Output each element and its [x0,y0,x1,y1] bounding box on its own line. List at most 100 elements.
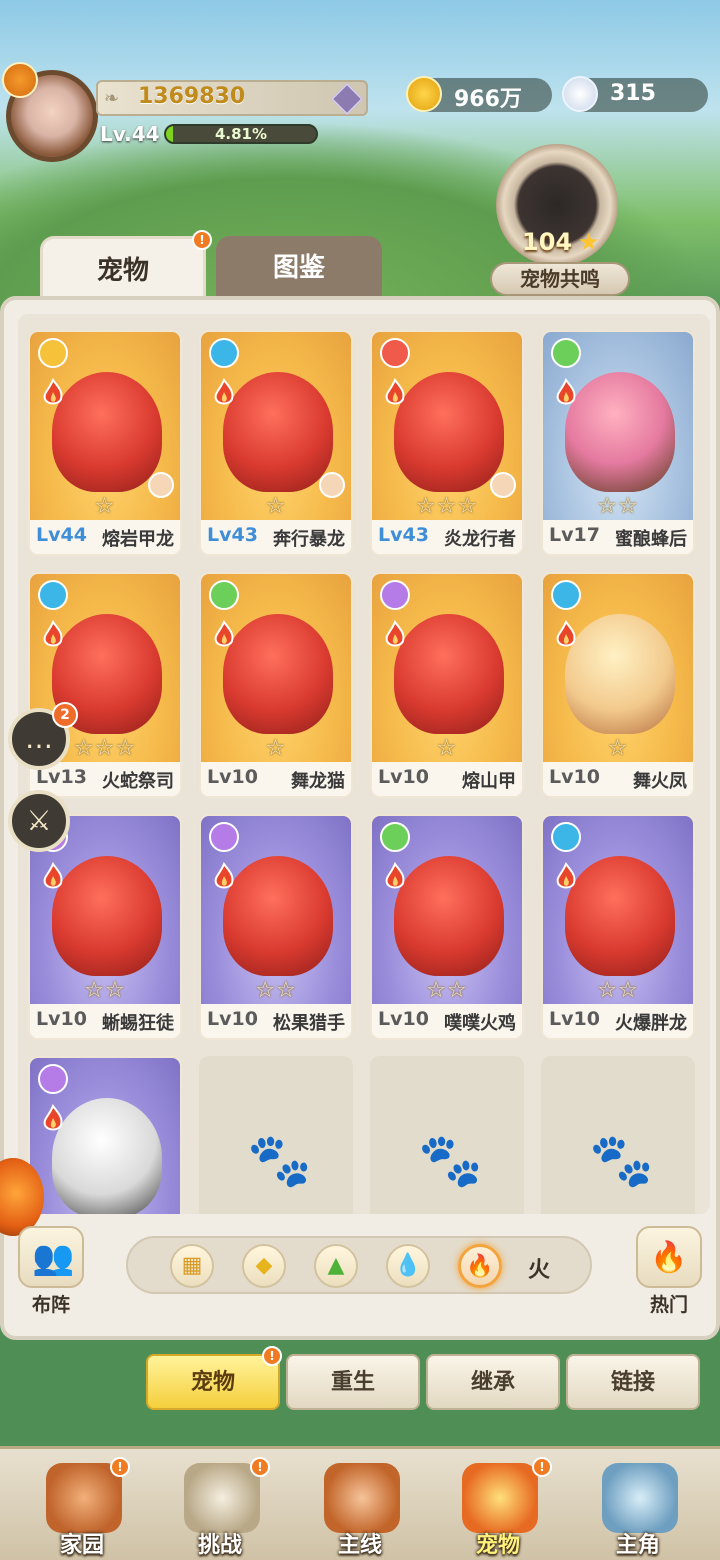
pet-name: 火蛇祭司 [102,771,174,792]
empty-pet-slot: 🐾 [370,1056,524,1214]
character-icon [602,1463,678,1533]
fire-element-icon [382,619,408,650]
pet-name: 松果猎手 [273,1013,345,1034]
nav-label: 宠物 [475,1533,520,1558]
subtab-link[interactable]: 链接 [566,1354,700,1410]
filter-earth-icon[interactable]: ◆ [242,1244,286,1288]
filter-area: 👥 布阵 ▦ ◆ ▲ 💧 🔥 火 🔥 热门 [0,1206,712,1316]
pet-card-footer: Lv43 炎龙行者 [372,520,522,554]
pet-badge-icon [2,62,38,98]
pet-card[interactable]: ☆ Lv10 舞龙猫 [199,572,353,798]
pet-card[interactable] [28,1056,182,1214]
nav-label: 主线 [337,1533,382,1558]
exp-percent: 4.81% [214,125,268,143]
key-type-icon [551,580,581,610]
pet-name: 噗噗火鸡 [444,1013,516,1034]
pet-grid: ☆ Lv44 熔岩甲龙 ☆ Lv43 奔行暴龙 ☆☆☆ Lv43 炎龙行者 ☆☆ Lv17 蜜酿蜂后 ☆… [18,314,710,1214]
pet-portrait [394,614,504,734]
profile-panel: ❧ 1369830 Lv.44 4.81% [96,80,368,146]
pet-level: Lv17 [549,524,600,546]
heart-type-icon [209,580,239,610]
pet-level: Lv43 [378,524,429,546]
key-type-icon [38,580,68,610]
tab-pets[interactable]: 宠物 [40,236,206,302]
power-icon: ❧ [104,88,120,109]
coin-counter[interactable]: 966万 [406,76,552,112]
paw-icon: 🐾 [247,1131,312,1191]
filter-water-icon[interactable]: 💧 [386,1244,430,1288]
pet-portrait [394,856,504,976]
empty-pet-slot: 🐾 [199,1056,353,1214]
pet-art: ☆ [201,574,351,762]
swirl-type-icon [38,1064,68,1094]
pet-stars: ☆ [607,736,629,761]
pet-card[interactable]: ☆☆ Lv17 蜜酿蜂后 [541,330,695,556]
pet-art: ☆ [201,332,351,520]
rank-gem-icon[interactable] [331,83,363,115]
fire-element-icon [553,619,579,650]
pet-card-footer: Lv10 熔山甲 [372,762,522,796]
subtab-inherit[interactable]: 继承 [426,1354,560,1410]
shield-type-icon [38,338,68,368]
hot-button[interactable]: 🔥 [636,1226,702,1288]
pet-name: 熔岩甲龙 [102,529,174,550]
heart-type-icon [380,822,410,852]
pet-level: Lv44 [36,524,87,546]
pet-resonance-button[interactable]: 104 ★ 宠物共鸣 [482,138,638,298]
nav-label: 家园 [59,1533,104,1558]
paw-icon: 🐾 [418,1131,483,1191]
pet-card[interactable]: ☆ Lv44 熔岩甲龙 [28,330,182,556]
pet-card[interactable]: ☆ Lv43 奔行暴龙 [199,330,353,556]
pet-art: ☆ [543,574,693,762]
pet-name: 炎龙行者 [444,529,516,550]
pets-icon [462,1463,538,1533]
battle-button[interactable]: ⚔ [8,790,70,852]
pet-level: Lv10 [207,1008,258,1030]
pet-portrait [223,856,333,976]
pet-card[interactable]: ☆☆ Lv10 火爆胖龙 [541,814,695,1040]
pet-art: ☆☆ [543,816,693,1004]
pet-art: ☆☆ [201,816,351,1004]
filter-all-icon[interactable]: ▦ [170,1244,214,1288]
pet-stars: ☆☆ [255,978,297,1003]
nav-main-quest[interactable]: 主线 [304,1457,416,1560]
swirl-type-icon [209,822,239,852]
pet-card-footer: Lv10 噗噗火鸡 [372,1004,522,1038]
subtab-rebirth[interactable]: 重生 [286,1354,420,1410]
exp-bar: 4.81% [164,124,318,144]
nav-label: 主角 [615,1533,660,1558]
pet-portrait [52,856,162,976]
nav-label: 挑战 [197,1533,242,1558]
pet-card[interactable]: ☆☆☆ Lv43 炎龙行者 [370,330,524,556]
pet-art: ☆☆ [543,332,693,520]
pet-card[interactable]: ☆ Lv10 舞火凤 [541,572,695,798]
formation-button[interactable]: 👥 [18,1226,84,1288]
pet-card[interactable]: ☆ Lv10 熔山甲 [370,572,524,798]
nav-home[interactable]: ! 家园 [26,1457,138,1560]
pet-card[interactable]: ☆☆ Lv10 噗噗火鸡 [370,814,524,1040]
pet-stars: ☆ [436,736,458,761]
pet-name: 奔行暴龙 [273,529,345,550]
filter-fire-icon[interactable]: 🔥 [458,1244,502,1288]
pet-art: ☆☆☆ [372,332,522,520]
pet-card-footer: Lv44 熔岩甲龙 [30,520,180,554]
tab-collection[interactable]: 图鉴 [216,236,382,302]
pet-stars: ☆☆ [84,978,126,1003]
pet-name: 蜜酿蜂后 [615,529,687,550]
shell-counter[interactable]: 315 [562,76,708,112]
subtab-pets[interactable]: 宠物 [146,1354,280,1410]
power-bar: ❧ 1369830 [96,80,368,116]
filter-grass-icon[interactable]: ▲ [314,1244,358,1288]
pet-card[interactable]: ☆☆ Lv10 松果猎手 [199,814,353,1040]
pet-stars: ☆ [265,736,287,761]
bottom-nav: ! 家园 ! 挑战 主线 ! 宠物 主角 [0,1446,720,1560]
nav-challenge[interactable]: ! 挑战 [164,1457,276,1560]
nav-character[interactable]: 主角 [582,1457,694,1560]
pet-level: Lv10 [207,766,258,788]
pet-portrait [565,372,675,492]
pet-portrait [223,614,333,734]
crossed-swords-icon: ⚔ [26,804,52,837]
pet-portrait [565,856,675,976]
subtab-alert-badge: ! [262,1346,282,1366]
nav-pets[interactable]: ! 宠物 [442,1457,554,1560]
